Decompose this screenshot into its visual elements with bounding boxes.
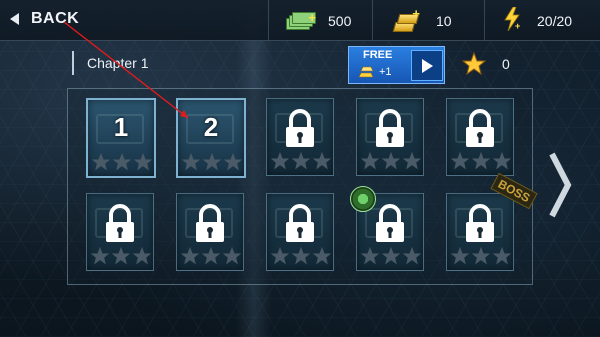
level-tile[interactable] [266, 193, 334, 271]
cash-value: 500 [328, 13, 352, 29]
level-tile[interactable] [356, 98, 424, 176]
level-stars [270, 151, 332, 171]
star-icon [270, 151, 290, 170]
star-icon [201, 246, 221, 265]
star-icon [291, 151, 311, 170]
level-stars [450, 246, 512, 266]
gold-value: 10 [436, 13, 452, 29]
lock-icon [372, 204, 408, 249]
star-icon [402, 151, 422, 170]
star-icon [402, 246, 422, 265]
lightning-icon: + [503, 6, 521, 36]
back-arrow-icon [10, 13, 19, 25]
star-icon [492, 151, 512, 170]
level-tile[interactable]: 1 [86, 98, 156, 178]
star-icon [360, 246, 380, 265]
star-icon [492, 246, 512, 265]
star-icon [450, 151, 470, 170]
star-icon [312, 246, 332, 265]
total-stars: 0 [462, 52, 510, 76]
level-tile[interactable] [86, 193, 154, 271]
divider [372, 0, 373, 40]
level-tile[interactable] [446, 193, 514, 271]
star-icon [181, 152, 201, 171]
star-icon [270, 246, 290, 265]
star-icon [471, 151, 491, 170]
star-icon [312, 151, 332, 170]
star-icon [222, 246, 242, 265]
gold-bars-icon: + [392, 6, 420, 32]
level-stars [450, 151, 512, 171]
level-stars [360, 246, 422, 266]
chapter-label: Chapter 1 [87, 55, 149, 71]
lock-icon [462, 204, 498, 249]
level-tile[interactable]: 2 [176, 98, 246, 178]
star-icon [291, 246, 311, 265]
chapter-title: Chapter 1 [72, 51, 148, 75]
lock-icon [282, 109, 318, 154]
level-stars [360, 151, 422, 171]
level-number: 1 [113, 112, 129, 142]
level-tile[interactable] [176, 193, 244, 271]
level-stars [90, 246, 152, 266]
level-number: 2 [203, 112, 219, 142]
gold-bars-icon [358, 65, 374, 78]
lock-icon [282, 204, 318, 249]
energy-value: 20/20 [537, 13, 573, 29]
star-icon [202, 152, 222, 171]
star-icon [381, 151, 401, 170]
level-stars [91, 152, 153, 172]
level-stars [180, 246, 242, 266]
star-icon [471, 246, 491, 265]
star-icon [90, 246, 110, 265]
level-stars [181, 152, 243, 172]
divider [484, 0, 485, 40]
total-stars-value: 0 [502, 56, 510, 72]
svg-text:+: + [515, 21, 520, 31]
level-stars [270, 246, 332, 266]
target-icon [350, 186, 376, 212]
cash-counter[interactable]: + 500 [286, 7, 351, 35]
video-play-icon [411, 50, 443, 81]
reward-label: +1 [379, 66, 392, 78]
top-bar: BACK + 500 + 10 + 20/20 [0, 0, 600, 41]
lock-icon [192, 204, 228, 249]
star-icon [112, 152, 132, 171]
star-icon [132, 246, 152, 265]
back-button[interactable]: BACK [10, 6, 79, 32]
back-label: BACK [31, 10, 80, 27]
star-icon [462, 52, 486, 76]
star-icon [381, 246, 401, 265]
cash-icon: + [286, 10, 316, 30]
lock-icon [372, 109, 408, 154]
star-icon [133, 152, 153, 171]
gold-counter[interactable]: + 10 [392, 6, 452, 35]
energy-counter[interactable]: + 20/20 [503, 6, 573, 36]
next-chapter-arrow[interactable] [548, 150, 572, 225]
lock-icon [462, 109, 498, 154]
free-label: FREE [363, 49, 393, 61]
chevron-right-icon [549, 152, 572, 218]
star-icon [223, 152, 243, 171]
star-icon [91, 152, 111, 171]
star-icon [360, 151, 380, 170]
free-gold-video-button[interactable]: FREE +1 [348, 46, 445, 84]
star-icon [450, 246, 470, 265]
level-tile[interactable] [266, 98, 334, 176]
level-tile[interactable] [446, 98, 514, 176]
star-icon [111, 246, 131, 265]
lock-icon [102, 204, 138, 249]
divider [268, 0, 269, 40]
star-icon [180, 246, 200, 265]
